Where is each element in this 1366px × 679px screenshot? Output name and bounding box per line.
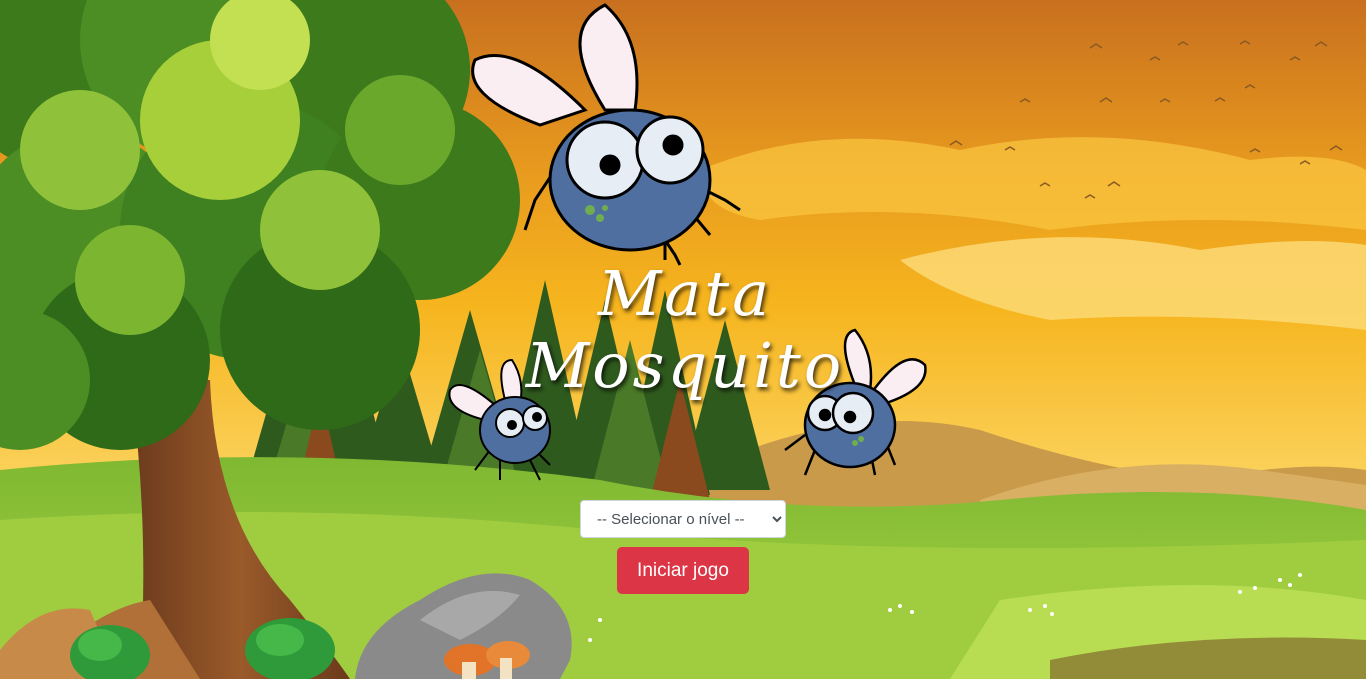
game-title: Mata Mosquito [520, 258, 850, 402]
game-title-line-2: Mosquito [525, 329, 845, 402]
mosquito-large[interactable] [455, 0, 755, 275]
level-select[interactable]: -- Selecionar o nível -- [580, 500, 786, 538]
game-title-line-1: Mata [597, 257, 773, 330]
start-game-button[interactable]: Iniciar jogo [617, 547, 749, 594]
game-scene: Mata Mosquito -- Selecionar o nível -- I… [0, 0, 1366, 679]
